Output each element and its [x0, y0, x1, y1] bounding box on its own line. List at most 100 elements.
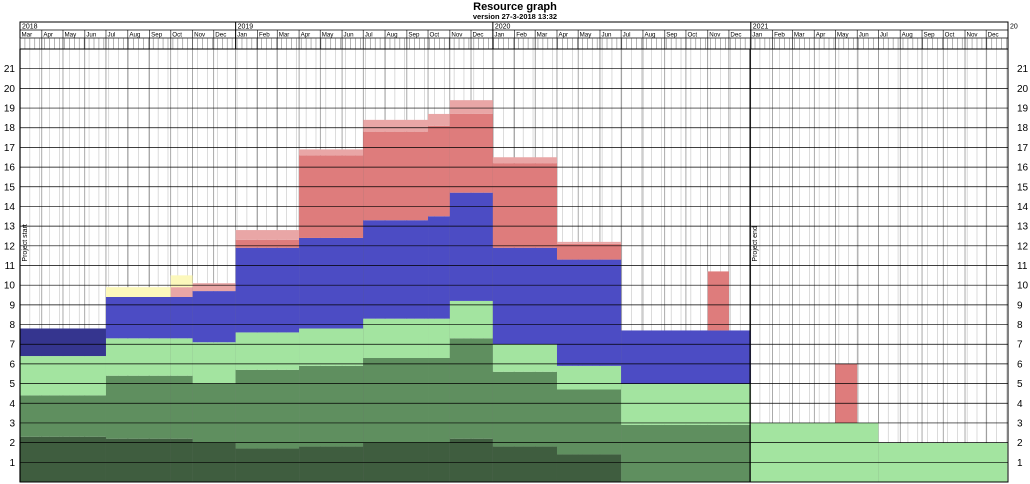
y-tick-label: 17 — [1017, 143, 1029, 154]
bar-segment-pink — [492, 157, 557, 164]
month-label: May — [837, 32, 850, 39]
bar-segment-mid-green — [170, 375, 193, 439]
bar-segment-blue — [621, 330, 751, 384]
month-label: Nov — [709, 32, 721, 39]
bar-segment-red — [299, 155, 364, 238]
y-tick-label: 4 — [9, 399, 15, 410]
y-tick-label: 14 — [4, 202, 16, 213]
y-tick-label: 11 — [5, 261, 16, 272]
y-tick-label: 1 — [1017, 458, 1023, 469]
y-tick-label: 18 — [4, 123, 16, 134]
y-tick-label: 5 — [9, 379, 15, 390]
month-label: Jan — [237, 32, 248, 39]
bar-segment-pink — [428, 113, 450, 126]
y-tick-label: 8 — [9, 320, 15, 331]
year-label: 2020 — [495, 24, 511, 31]
bar-segment-red — [492, 163, 557, 248]
bar-segment-blue — [299, 237, 364, 329]
bar-segment-light-green — [192, 342, 236, 384]
month-label: Dec — [730, 32, 741, 39]
month-label: Mar — [22, 32, 33, 39]
bar-segment-blue — [428, 216, 450, 319]
month-label: Oct — [172, 32, 182, 39]
month-label: Jun — [86, 32, 97, 39]
bar-segment-red — [235, 239, 300, 248]
month-label: Sep — [408, 32, 420, 39]
month-label: May — [64, 32, 77, 39]
resource-graph: 2018 2019 2020 2021 20Mar Apr May Jun Jul Aug Sep O… — [4, 21, 1029, 483]
bar-segment-light-green — [556, 365, 622, 390]
y-tick-label: 2 — [9, 438, 15, 449]
bar-segment-mid-green — [428, 358, 450, 443]
y-tick-label: 15 — [4, 182, 16, 193]
bar-segment-blue — [192, 291, 236, 343]
bar-segment-pink — [192, 283, 236, 292]
y-tick-label: 1 — [9, 458, 15, 469]
y-tick-label: 6 — [1017, 359, 1023, 370]
bar-segment-light-green — [492, 344, 557, 372]
bar-segment-dark-green — [170, 438, 193, 482]
project-marker-label: Project end — [752, 226, 759, 262]
month-label: Oct — [430, 32, 440, 39]
y-tick-label: 16 — [1017, 163, 1029, 174]
bar-segment-light-green — [20, 356, 106, 396]
year-label: 2018 — [22, 24, 38, 31]
bar-segment-mid-green — [556, 389, 622, 455]
month-label: May — [322, 32, 335, 39]
bar-segment-dark-green — [105, 438, 171, 482]
month-label: Jul — [623, 32, 631, 39]
bar-segment-dark-green — [556, 454, 622, 482]
bar-segment-pink — [449, 100, 493, 114]
bar-segment-mid-green — [192, 383, 236, 443]
bar-segment-light-green — [449, 300, 493, 339]
month-label: Jul — [365, 32, 373, 39]
y-tick-label: 9 — [9, 300, 15, 311]
y-tick-label: 19 — [4, 104, 16, 115]
bar-segment-blue — [492, 247, 557, 345]
bar-segment-light-green — [299, 328, 364, 366]
month-label: Dec — [473, 32, 484, 39]
month-label: Jun — [601, 32, 612, 39]
y-tick-label: 7 — [1017, 340, 1023, 351]
month-label: May — [580, 32, 593, 39]
month-label: Mar — [279, 32, 290, 39]
bar-segment-mid-green — [621, 424, 751, 482]
y-tick-label: 10 — [4, 281, 16, 292]
bar-segment-blue — [449, 192, 493, 301]
month-label: Sep — [151, 32, 163, 39]
month-label: Jan — [494, 32, 505, 39]
bar-segment-red — [428, 125, 450, 217]
y-tick-label: 19 — [1017, 104, 1029, 115]
month-label: Jul — [880, 32, 888, 39]
bar-segment-mid-green — [235, 369, 300, 449]
bar-segment-mid-green — [492, 371, 557, 447]
y-tick-label: 17 — [4, 143, 16, 154]
bar-segment-pink — [363, 119, 429, 132]
y-tick-label: 5 — [1017, 379, 1023, 390]
month-label: Nov — [194, 32, 206, 39]
bar-segment-pink — [235, 230, 300, 240]
bar-segment-red — [835, 363, 858, 423]
bar-segment-pink — [170, 287, 193, 297]
bar-segment-dark-green — [299, 446, 364, 482]
bar-segment-red — [556, 243, 622, 260]
bar-segment-dark-green — [20, 436, 106, 482]
bar-segment-blue — [170, 296, 193, 339]
month-label: Feb — [516, 32, 527, 39]
y-tick-label: 21 — [1017, 64, 1029, 75]
y-tick-label: 18 — [1017, 123, 1029, 134]
month-label: Aug — [129, 32, 141, 39]
y-tick-label: 10 — [1017, 281, 1029, 292]
month-label: Sep — [924, 32, 936, 39]
month-label: Apr — [816, 32, 826, 39]
y-tick-label: 6 — [9, 359, 15, 370]
y-tick-label: 20 — [1017, 84, 1029, 95]
bar-segment-yellow — [105, 287, 171, 297]
y-tick-label: 14 — [1017, 202, 1029, 213]
month-label: Jan — [752, 32, 763, 39]
year-label: 2019 — [238, 24, 254, 31]
y-tick-label: 3 — [1017, 418, 1023, 429]
y-tick-label: 20 — [4, 84, 16, 95]
month-label: Nov — [967, 32, 979, 39]
bar-segment-dark-blue — [20, 328, 106, 357]
